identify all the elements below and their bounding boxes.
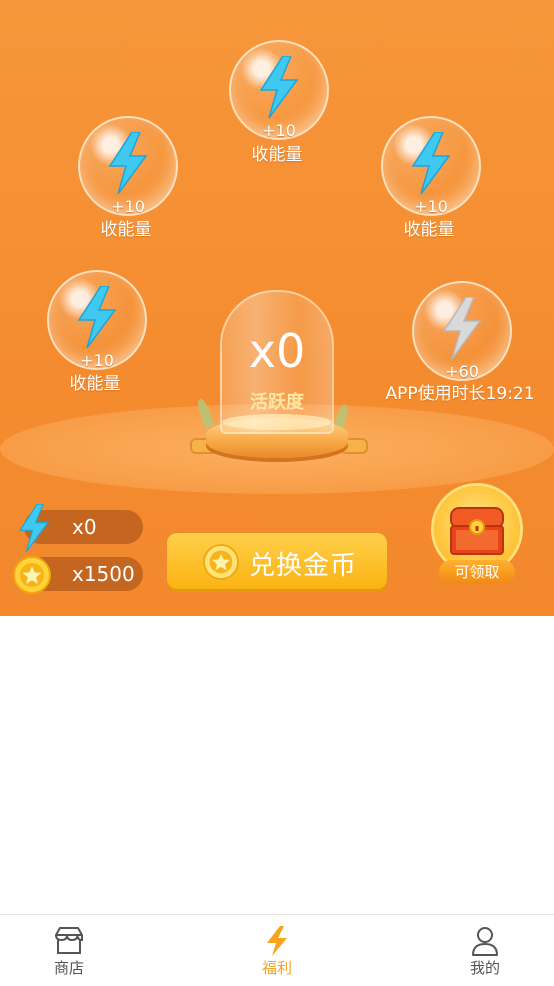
energy-bubble[interactable]: +10 xyxy=(78,116,178,216)
lightning-icon xyxy=(19,504,49,552)
tab-store[interactable]: 商店 xyxy=(29,925,109,978)
bubble-label: 收能量 xyxy=(251,145,303,165)
exchange-coins-button[interactable]: 兑换金币 xyxy=(167,533,387,589)
claimable-label[interactable]: 可领取 xyxy=(439,560,515,584)
activity-dome: x0 活跃度 xyxy=(220,290,334,434)
energy-bubble[interactable]: +10 xyxy=(229,40,329,140)
coin-icon xyxy=(13,556,51,594)
energy-count: x0 xyxy=(72,515,97,539)
tab-welfare-label: 福利 xyxy=(261,959,292,977)
lightning-icon xyxy=(108,132,148,194)
tab-mine-label: 我的 xyxy=(469,959,500,977)
energy-bubble[interactable]: +10 xyxy=(381,116,481,216)
lightning-icon xyxy=(442,297,482,359)
person-icon xyxy=(472,927,498,956)
energy-bubble-pending[interactable]: +60 xyxy=(412,281,512,381)
energy-hero-panel: +10 收能量 +10 收能量 +10 收能量 +10 收能量 +60 APP使… xyxy=(0,0,554,616)
coin-count: x1500 xyxy=(72,562,135,586)
activity-label: 活跃度 xyxy=(250,392,304,413)
bubble-bonus: +10 xyxy=(262,121,296,140)
lightning-icon xyxy=(259,56,299,118)
bubble-bonus: +10 xyxy=(414,197,448,216)
tab-store-label: 商店 xyxy=(53,959,84,977)
bubble-bonus: +10 xyxy=(111,197,145,216)
exchange-label: 兑换金币 xyxy=(249,551,358,581)
coin-icon xyxy=(203,544,239,580)
lightning-icon xyxy=(411,132,451,194)
energy-bubble[interactable]: +10 xyxy=(47,270,147,370)
bubble-label: 收能量 xyxy=(403,220,455,240)
bubble-label: 收能量 xyxy=(100,220,152,240)
activity-count: x0 xyxy=(248,324,306,378)
tab-mine[interactable]: 我的 xyxy=(445,925,525,978)
usage-time-label: APP使用时长19:21 xyxy=(385,384,535,404)
bubble-label: 收能量 xyxy=(69,374,121,394)
lightning-icon xyxy=(77,286,117,348)
lightning-icon xyxy=(267,926,287,956)
bubble-bonus: +10 xyxy=(80,351,114,370)
tab-welfare[interactable]: 福利 xyxy=(237,925,317,978)
store-icon xyxy=(55,927,83,954)
bottom-tab-bar: 商店 福利 我的 xyxy=(0,914,554,986)
